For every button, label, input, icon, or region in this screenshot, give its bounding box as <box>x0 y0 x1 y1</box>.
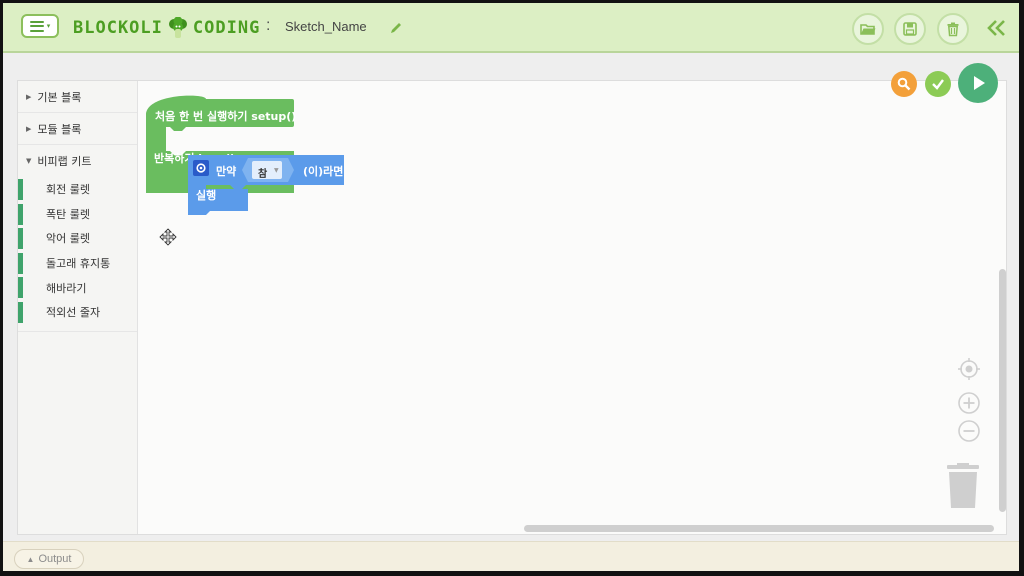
sketch-name[interactable]: Sketch_Name <box>285 19 367 34</box>
kit-item-list: 회전 룰렛 폭탄 룰렛 악어 룰렛 돌고래 휴지통 해바라기 적외선 줄자 <box>18 177 137 332</box>
category-label: 모듈 블록 <box>37 122 82 136</box>
save-button[interactable] <box>894 13 926 45</box>
category-label: 기본 블록 <box>37 90 82 104</box>
output-toggle-button[interactable]: ▲ Output <box>14 549 84 569</box>
vertical-scrollbar[interactable] <box>999 269 1006 512</box>
title-separator: : <box>266 17 271 34</box>
setup-block-label: 처음 한 번 실행하기 setup() <box>155 110 297 123</box>
search-zoom-icon <box>897 77 911 91</box>
triangle-up-icon: ▲ <box>26 554 35 564</box>
triangle-right-icon: ▶ <box>26 124 32 133</box>
move-cursor-icon <box>159 228 177 246</box>
trash-icon[interactable] <box>946 463 980 509</box>
menu-button[interactable]: ▾ <box>21 14 59 38</box>
kit-item-label: 폭탄 룰렛 <box>46 207 90 221</box>
kit-item-label: 악어 룰렛 <box>46 232 90 246</box>
kit-item-sunflower[interactable]: 해바라기 <box>18 275 137 300</box>
kit-item-label: 해바라기 <box>46 281 87 295</box>
kit-item-crocodile-roulette[interactable]: 악어 룰렛 <box>18 226 137 251</box>
kit-item-infrared-ruler[interactable]: 적외선 줄자 <box>18 300 137 325</box>
kit-item-label: 적외선 줄자 <box>46 306 101 320</box>
header-bar: ▾ BLOCKOLI CODING : Sketch_Name <box>3 3 1019 53</box>
kit-item-label: 돌고래 휴지통 <box>46 257 111 271</box>
if-label: 만약 <box>216 165 237 178</box>
gear-icon[interactable] <box>193 160 209 176</box>
output-panel-bar <box>3 541 1019 571</box>
category-module-blocks[interactable]: ▶ 모듈 블록 <box>18 113 137 145</box>
category-bplab-kit[interactable]: ▼ 비피랩 키트 <box>18 145 137 177</box>
folder-open-icon <box>860 24 876 35</box>
verify-button[interactable] <box>925 71 951 97</box>
check-icon <box>932 79 944 90</box>
block-toolbox: ▶ 기본 블록 ▶ 모듈 블록 ▼ 비피랩 키트 회전 룰렛 폭탄 룰렛 악어 … <box>18 81 138 534</box>
triangle-down-icon: ▼ <box>26 157 32 165</box>
save-icon <box>903 22 917 36</box>
do-label: 실행 <box>196 189 217 202</box>
brand-text-right: CODING <box>192 18 261 38</box>
kit-item-label: 회전 룰렛 <box>46 183 90 197</box>
play-icon <box>974 76 985 90</box>
trash-icon <box>947 22 959 37</box>
kit-item-bomb-roulette[interactable]: 폭탄 룰렛 <box>18 202 137 227</box>
category-basic-blocks[interactable]: ▶ 기본 블록 <box>18 81 137 113</box>
zoom-out-icon[interactable] <box>957 419 981 443</box>
boolean-dropdown[interactable]: 참 <box>258 165 267 180</box>
kit-item-dolphin-trashcan[interactable]: 돌고래 휴지통 <box>18 251 137 276</box>
dropdown-caret-icon: ▼ <box>274 167 279 174</box>
then-label: (이)라면 <box>303 165 344 178</box>
menu-icon <box>29 20 44 32</box>
boolean-block[interactable] <box>242 158 294 182</box>
horizontal-scrollbar[interactable] <box>524 525 994 532</box>
zoom-in-icon[interactable] <box>957 391 981 415</box>
delete-sketch-button[interactable] <box>937 13 969 45</box>
pencil-icon[interactable] <box>389 21 403 35</box>
triangle-right-icon: ▶ <box>26 92 32 101</box>
category-label: 비피랩 키트 <box>37 155 92 168</box>
open-button[interactable] <box>852 13 884 45</box>
search-button[interactable] <box>891 71 917 97</box>
block-canvas: 처음 한 번 실행하기 setup() 반복하기 loop() 만약 참 ▼ (… <box>18 63 1008 534</box>
broccoli-logo-icon <box>168 17 187 38</box>
kit-item-rotate-roulette[interactable]: 회전 룰렛 <box>18 177 137 202</box>
brand-logo: BLOCKOLI CODING <box>73 16 260 40</box>
double-chevron-left-icon[interactable] <box>985 17 1007 39</box>
caret-down-icon: ▾ <box>46 22 51 30</box>
output-label: Output <box>38 553 72 565</box>
brand-text-left: BLOCKOLI <box>73 18 163 38</box>
upload-run-button[interactable] <box>958 63 998 103</box>
recenter-icon[interactable] <box>957 357 981 381</box>
app-frame: ▾ BLOCKOLI CODING : Sketch_Name ▶ 기본 블록 … <box>3 3 1019 571</box>
block-workspace[interactable]: ▶ 기본 블록 ▶ 모듈 블록 ▼ 비피랩 키트 회전 룰렛 폭탄 룰렛 악어 … <box>17 63 1008 535</box>
